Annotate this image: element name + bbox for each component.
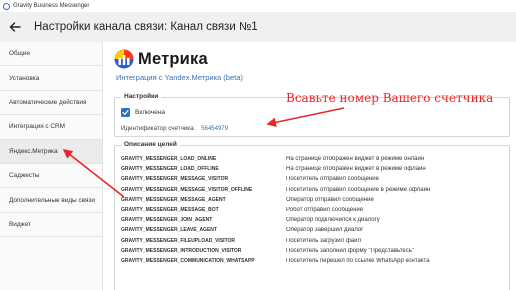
logo-title: Метрика [138,49,208,68]
goal-description: Посетитель загрузил файл [286,237,361,244]
sidebar-item-general[interactable]: Общие [0,42,102,67]
goal-id: GRAVITY_MESSENGER_LOAD_ONLINE [121,156,217,163]
page-header: Настройки канала связи: Канал связи №1 [0,12,516,42]
sidebar-item-extra-channels[interactable]: Дополнительные виды связи [0,188,102,213]
counter-id-row: Идентификатор счетчика: 56454979 [121,125,228,132]
sidebar-item-auto-actions[interactable]: Автоматические действия [0,91,102,116]
goal-id: GRAVITY_MESSENGER_MESSAGE_AGENT [121,196,226,203]
metrika-logo: Метрика [114,49,208,69]
goal-description: На странице отображен виджет в режиме он… [286,156,425,163]
table-row: GRAVITY_MESSENGER_JOIN_AGENT Оператор под… [121,215,506,225]
sidebar-item-label: Установка [9,74,40,82]
goal-description: Посетитель перешел по ссылке WhatsApp ко… [286,257,430,264]
sidebar-item-widget[interactable]: Виджет [0,213,102,238]
sidebar-item-suggests[interactable]: Саджесты [0,164,102,189]
goal-id: GRAVITY_MESSENGER_FILEUPLOAD_VISITOR [121,237,236,244]
table-row: GRAVITY_MESSENGER_MESSAGE_VISITOR_OFFLIN… [121,185,506,195]
sidebar-item-label: Яндекс.Метрика [9,147,58,155]
table-row: GRAVITY_MESSENGER_INTRODUCTION_VISITOR По… [121,246,506,256]
enabled-checkbox-row[interactable]: Включена [121,108,165,117]
sidebar-item-label: Автоматические действия [9,98,87,106]
integration-subtitle-link[interactable]: Интеграция с Yandex.Метрика (beta) [116,73,243,82]
app-logo-icon [3,2,10,10]
goal-id: GRAVITY_MESSENGER_JOIN_AGENT [121,217,213,224]
goal-description: Оператор завершил диалог [286,227,364,234]
sidebar-item-label: Виджет [9,220,32,228]
main-content: Метрика Интеграция с Yandex.Метрика (bet… [104,42,516,290]
enabled-label: Включена [135,109,165,116]
table-row: GRAVITY_MESSENGER_MESSAGE_AGENT Оператор … [121,195,506,205]
metrika-logo-icon [114,49,134,69]
table-row: GRAVITY_MESSENGER_LOAD_OFFLINE На страниц… [121,164,506,174]
goal-id: GRAVITY_MESSENGER_MESSAGE_BOT [121,207,219,214]
back-button[interactable] [0,12,30,42]
goal-id: GRAVITY_MESSENGER_LEAVE_AGENT [121,227,217,234]
sidebar-item-label: Интеграция с CRM [9,123,65,131]
sidebar-item-crm[interactable]: Интеграция с CRM [0,115,102,140]
goal-id: GRAVITY_MESSENGER_INTRODUCTION_VISITOR [121,247,242,254]
goal-id: GRAVITY_MESSENGER_LOAD_OFFLINE [121,166,219,173]
page-title: Настройки канала связи: Канал связи №1 [34,21,258,33]
table-row: GRAVITY_MESSENGER_COMMUNICATION_WHATSAPP… [121,256,506,266]
settings-legend: Настройки [121,93,162,100]
sidebar: Общие Установка Автоматические действия … [0,42,103,290]
goals-table: GRAVITY_MESSENGER_LOAD_ONLINE На странице… [121,154,506,266]
enabled-checkbox[interactable] [121,108,130,117]
arrow-left-icon [9,22,21,32]
table-row: GRAVITY_MESSENGER_MESSAGE_VISITOR Посетит… [121,174,506,184]
table-row: GRAVITY_MESSENGER_MESSAGE_BOT Робот отпра… [121,205,506,215]
sidebar-item-label: Дополнительные виды связи [9,196,95,204]
goal-id: GRAVITY_MESSENGER_MESSAGE_VISITOR [121,176,229,183]
goals-legend: Описание целей [121,141,180,148]
goal-id: GRAVITY_MESSENGER_COMMUNICATION_WHATSAPP [121,257,255,264]
goal-id: GRAVITY_MESSENGER_MESSAGE_VISITOR_OFFLIN… [121,186,253,193]
sidebar-item-label: Саджесты [9,172,40,180]
table-row: GRAVITY_MESSENGER_LEAVE_AGENT Оператор за… [121,225,506,235]
table-row: GRAVITY_MESSENGER_FILEUPLOAD_VISITOR Посе… [121,236,506,246]
goal-description: Оператор подключился к диалогу [286,217,380,224]
goals-section: Описание целей GRAVITY_MESSENGER_LOAD_ON… [114,141,510,290]
sidebar-item-installation[interactable]: Установка [0,66,102,91]
goal-description: Посетитель заполнил форму "Представьтесь… [286,247,414,254]
goal-description: На странице отображен виджет в режиме оф… [286,166,426,173]
table-row: GRAVITY_MESSENGER_LOAD_ONLINE На странице… [121,154,506,164]
goal-description: Посетитель отправил сообщение [286,176,379,183]
sidebar-item-yandex-metrika[interactable]: Яндекс.Метрика [0,139,102,164]
counter-id-label: Идентификатор счетчика: [121,125,196,132]
goal-description: Посетитель отправил сообщение в режиме о… [286,186,431,193]
check-icon [122,110,129,115]
window-title: Gravity Business Messenger [13,3,90,9]
sidebar-item-label: Общие [9,50,31,58]
annotation-text: Всавьте номер Вашего счетчика [286,91,494,105]
goal-description: Робот отправил сообщение [286,207,364,214]
counter-id-value[interactable]: 56454979 [201,126,228,132]
window-titlebar: Gravity Business Messenger [0,0,516,12]
goal-description: Оператор отправил сообщение [286,196,374,203]
